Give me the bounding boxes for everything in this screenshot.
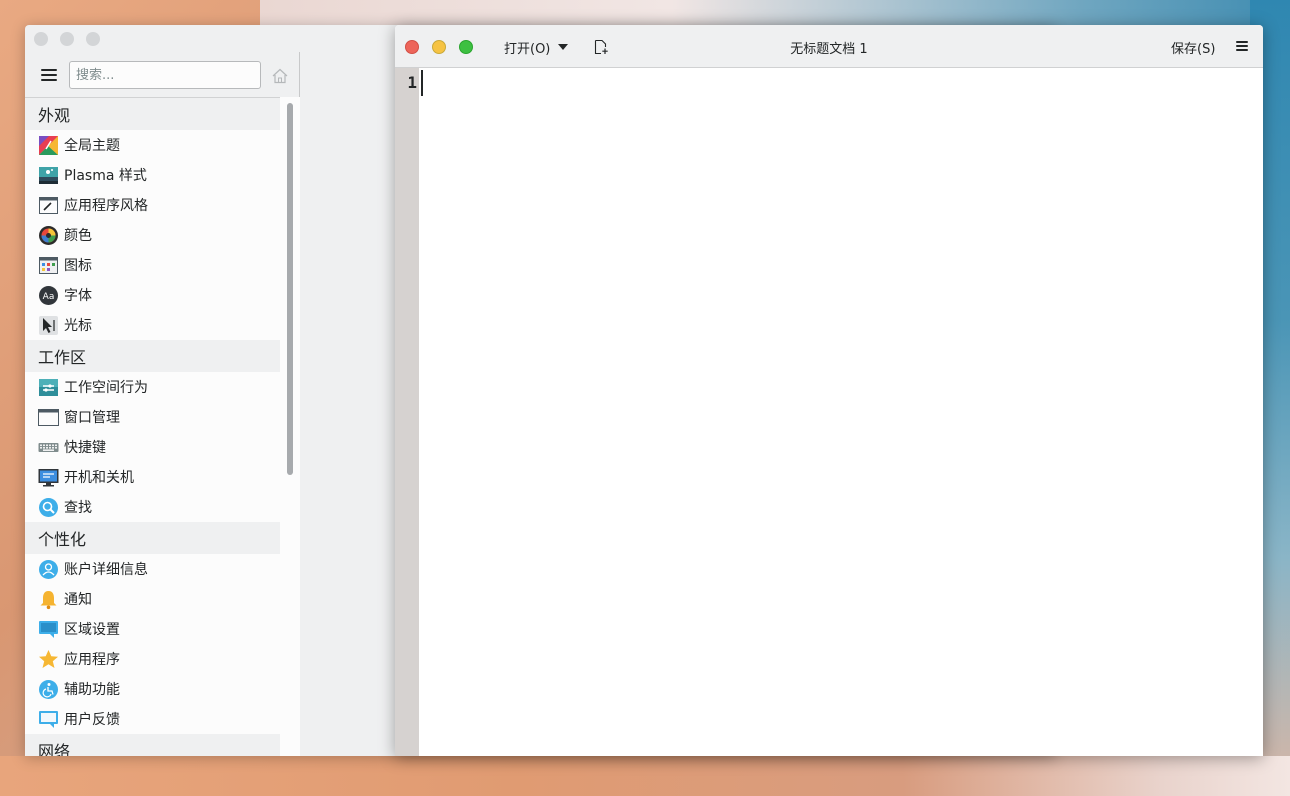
sidebar-item-label: 颜色 [64, 228, 92, 244]
sidebar-item-notifications[interactable]: 通知 [25, 584, 300, 614]
feedback-icon [38, 709, 59, 730]
sidebar-item-colors[interactable]: 颜色 [25, 220, 300, 250]
sidebar-item-label: 工作空间行为 [64, 380, 148, 396]
user-account-icon [38, 559, 59, 580]
colors-icon [38, 225, 59, 246]
sidebar-item-label: 辅助功能 [64, 682, 120, 698]
text-editor-window: 打开(O) 无标题文档 1 保存(S) 1 [395, 25, 1263, 756]
sidebar-item-label: 用户反馈 [64, 712, 120, 728]
sidebar-item-label: 全局主题 [64, 138, 120, 154]
sidebar-item-accessibility[interactable]: 辅助功能 [25, 674, 300, 704]
editor-menu-button[interactable] [1236, 41, 1248, 51]
sidebar-item-label: 区域设置 [64, 622, 120, 638]
sidebar-item-label: 账户详细信息 [64, 562, 148, 578]
settings-toolbar [25, 56, 299, 96]
sidebar-item-search[interactable]: 查找 [25, 492, 300, 522]
settings-search-input[interactable] [69, 61, 261, 89]
document-title: 无标题文档 1 [790, 42, 868, 57]
sidebar-item-regional-settings[interactable]: 区域设置 [25, 614, 300, 644]
settings-minimize-button[interactable] [60, 31, 74, 46]
fonts-icon: Aa [38, 285, 59, 306]
sidebar-item-label: 光标 [64, 318, 92, 334]
settings-maximize-button[interactable] [86, 31, 100, 46]
wallpaper-bottom [0, 756, 1290, 796]
sidebar-item-label: 窗口管理 [64, 410, 120, 426]
category-header-appearance: 外观 [25, 98, 300, 130]
app-style-icon [38, 195, 59, 216]
hamburger-icon [1236, 41, 1248, 51]
sidebar-item-cursor[interactable]: 光标 [25, 310, 300, 340]
sidebar-item-user-feedback[interactable]: 用户反馈 [25, 704, 300, 734]
sidebar-item-workspace-behavior[interactable]: 工作空间行为 [25, 372, 300, 402]
accessibility-icon [38, 679, 59, 700]
sidebar-item-global-theme[interactable]: 全局主题 [25, 130, 300, 160]
keyboard-icon [38, 437, 59, 458]
workspace-behavior-icon [38, 377, 59, 398]
hamburger-icon [41, 69, 57, 81]
text-editing-area[interactable] [419, 68, 1263, 756]
sidebar-item-startup-shutdown[interactable]: 开机和关机 [25, 462, 300, 492]
window-management-icon [38, 407, 59, 428]
search-icon [38, 497, 59, 518]
editor-headerbar: 打开(O) 无标题文档 1 保存(S) [395, 25, 1263, 68]
star-icon [38, 649, 59, 670]
sidebar-item-label: 通知 [64, 592, 92, 608]
global-theme-icon [38, 135, 59, 156]
sidebar-item-label: Plasma 样式 [64, 168, 147, 184]
startup-shutdown-icon [38, 467, 59, 488]
sidebar-item-label: 应用程序风格 [64, 198, 148, 214]
settings-sidebar: 外观 全局主题 Plasma 样式 应用程序风格 颜色 图标 Aa 字体 光标 [25, 97, 300, 756]
sidebar-item-plasma-style[interactable]: Plasma 样式 [25, 160, 300, 190]
text-cursor [421, 70, 423, 96]
sidebar-item-label: 应用程序 [64, 652, 120, 668]
sidebar-item-label: 快捷键 [64, 440, 106, 456]
sidebar-item-label: 字体 [64, 288, 92, 304]
category-header-network: 网络 [25, 734, 300, 756]
icons-icon [38, 255, 59, 276]
sidebar-item-shortcuts[interactable]: 快捷键 [25, 432, 300, 462]
plasma-style-icon [38, 165, 59, 186]
line-number: 1 [407, 73, 417, 92]
sidebar-item-account-details[interactable]: 账户详细信息 [25, 554, 300, 584]
sidebar-item-label: 查找 [64, 500, 92, 516]
sidebar-item-window-management[interactable]: 窗口管理 [25, 402, 300, 432]
sidebar-item-app-style[interactable]: 应用程序风格 [25, 190, 300, 220]
line-number-gutter [395, 68, 419, 756]
region-icon [38, 619, 59, 640]
home-icon[interactable] [271, 67, 289, 85]
bell-icon [38, 589, 59, 610]
sidebar-item-fonts[interactable]: Aa 字体 [25, 280, 300, 310]
category-header-workspace: 工作区 [25, 340, 300, 372]
sidebar-item-icons[interactable]: 图标 [25, 250, 300, 280]
category-header-personalization: 个性化 [25, 522, 300, 554]
cursor-icon [38, 315, 59, 336]
save-button[interactable]: 保存(S) [1171, 38, 1215, 57]
settings-close-button[interactable] [34, 31, 48, 46]
sidebar-item-applications[interactable]: 应用程序 [25, 644, 300, 674]
sidebar-item-label: 开机和关机 [64, 470, 134, 486]
sidebar-item-label: 图标 [64, 258, 92, 274]
svg-text:Aa: Aa [43, 292, 55, 302]
settings-menu-button[interactable] [41, 69, 57, 81]
sidebar-scrollbar-thumb[interactable] [287, 103, 293, 475]
